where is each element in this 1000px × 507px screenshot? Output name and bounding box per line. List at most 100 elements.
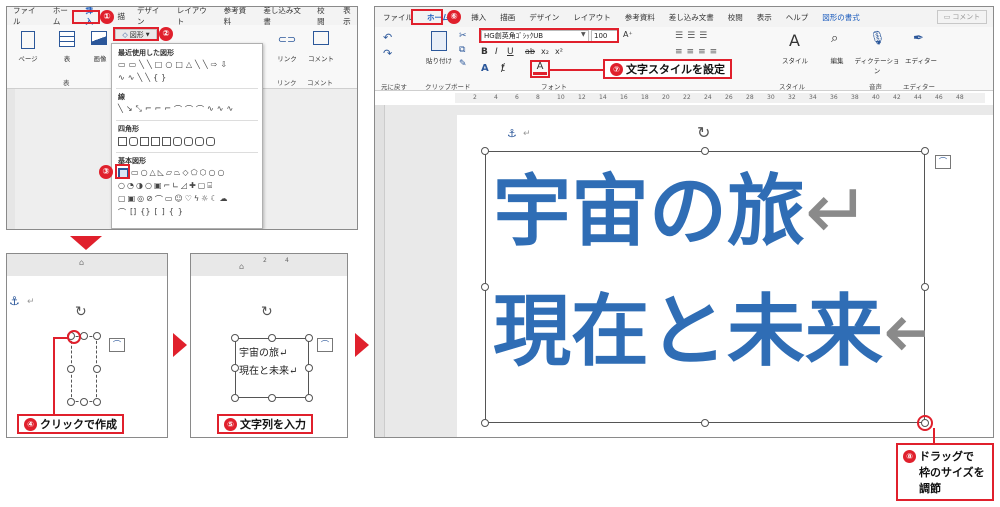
shapes-row-basic-1[interactable]: ▭ ○ △ ◺ ▱ ⏢ ◇ ⬠ ⬡ ○ ○	[118, 168, 224, 179]
triangle-shape-icon[interactable]: △	[150, 168, 156, 179]
resize-handle[interactable]	[481, 419, 489, 427]
tab-view[interactable]: 表示	[757, 12, 772, 23]
heptagon-shape-icon[interactable]: ○	[209, 168, 216, 179]
rotate-handle-icon[interactable]: ↻	[75, 304, 87, 320]
rounded-rect-shape-icon[interactable]	[129, 137, 138, 146]
cloud-shape-icon[interactable]: ☁	[220, 194, 228, 205]
diagonal-stripe-shape-icon[interactable]: ◿	[181, 181, 187, 191]
tab-help[interactable]: ヘルプ	[786, 12, 809, 23]
tab-review[interactable]: 校閲	[728, 12, 743, 23]
l-shape-icon[interactable]: ∟	[172, 181, 179, 191]
tab-draw[interactable]: 描	[117, 11, 125, 22]
snip-rect-shape-icon[interactable]	[151, 137, 160, 146]
arrow-down-shape-icon[interactable]: ⇩	[220, 60, 227, 69]
line-shape-icon[interactable]: ╲	[137, 73, 142, 82]
decagon-shape-icon[interactable]: ○	[118, 181, 125, 191]
subscript-button[interactable]: x₂	[541, 47, 549, 56]
editor-icon[interactable]: ✒	[913, 31, 924, 46]
plus-shape-icon[interactable]: ✚	[189, 181, 196, 191]
underline-button[interactable]: U	[507, 47, 514, 57]
arrow-line-shape-icon[interactable]: ↘	[126, 104, 133, 115]
round-rect-shape-icon[interactable]	[184, 137, 193, 146]
tab-file[interactable]: ファイル	[13, 7, 41, 27]
resize-handle[interactable]	[67, 365, 75, 373]
tab-review[interactable]: 校閲	[317, 7, 331, 27]
curve-double-arrow-shape-icon[interactable]: ⌒	[196, 104, 204, 115]
tab-design[interactable]: デザイン	[529, 12, 559, 23]
right-brace-shape-icon[interactable]: }	[178, 207, 183, 218]
triangle-shape-icon[interactable]: △	[186, 60, 192, 69]
shapes-row-basic-2[interactable]: ○ ◔ ◑ ○ ▣ ⌐ ∟ ◿ ✚ ▢ ⌸	[118, 181, 212, 191]
curve-shape-icon[interactable]: ∿	[207, 104, 214, 115]
elbow-double-arrow-shape-icon[interactable]: ⌐	[164, 104, 171, 115]
comment-icon[interactable]	[313, 31, 329, 45]
lightning-shape-icon[interactable]: ϟ	[194, 194, 199, 205]
strikethrough-button[interactable]: ab	[525, 47, 535, 56]
left-brace-shape-icon[interactable]: {	[169, 207, 174, 218]
plaque-shape-icon[interactable]: ▢	[198, 181, 206, 191]
trapezoid-shape-icon[interactable]: ⏢	[174, 168, 180, 179]
paragraph-align-icons[interactable]: ≡≡≡≡	[675, 47, 721, 57]
curve-shape-icon[interactable]: ∿	[118, 73, 125, 82]
teardrop-shape-icon[interactable]: ○	[145, 181, 152, 191]
layout-options-icon[interactable]: ⌒	[109, 338, 125, 352]
rect-shape-icon[interactable]	[118, 137, 127, 146]
format-painter-icon[interactable]: ✎	[459, 59, 467, 69]
shapes-row-recent-2[interactable]: ∿ ∿ ╲ ╲ {}	[118, 73, 166, 82]
frame-shape-icon[interactable]: ▣	[154, 181, 162, 191]
shapes-row-recent-1[interactable]: ▭ ▭ ╲ ╲ □ ○ □ △ ╲ ╲ ⇨ ⇩	[118, 60, 227, 69]
grow-font-icon[interactable]: A⁺	[623, 30, 633, 39]
resize-handle[interactable]	[481, 147, 489, 155]
hexagon-shape-icon[interactable]: ⬡	[200, 168, 207, 179]
textbox-v-shape-icon[interactable]: ▭	[129, 60, 137, 69]
freeform-shape-icon[interactable]: ∿	[217, 104, 224, 115]
resize-handle[interactable]	[93, 332, 101, 340]
superscript-button[interactable]: x²	[555, 47, 563, 56]
table-icon[interactable]	[59, 31, 75, 47]
rotate-handle-icon[interactable]: ↻	[697, 123, 710, 142]
highlight-icon[interactable]: ⱦ	[501, 63, 505, 74]
shapes-row-basic-3[interactable]: ▢ ▣ ◎ ⊘ ⌒ ▭ ☺ ♡ ϟ ☼ ☾ ☁	[118, 194, 228, 205]
page-icon[interactable]	[21, 31, 35, 49]
rotate-handle-icon[interactable]: ↻	[261, 304, 273, 320]
resize-handle[interactable]	[701, 419, 709, 427]
snip-rect-shape-icon[interactable]	[162, 137, 171, 146]
tab-layout[interactable]: レイアウト	[573, 12, 611, 23]
resize-handle[interactable]	[80, 332, 88, 340]
tab-references[interactable]: 参考資料	[224, 7, 252, 27]
tab-home[interactable]: ホーム	[53, 7, 74, 27]
octagon-shape-icon[interactable]: ○	[218, 168, 225, 179]
resize-handle[interactable]	[305, 394, 313, 402]
diamond-shape-icon[interactable]: ◇	[182, 168, 188, 179]
round-rect-shape-icon[interactable]	[195, 137, 204, 146]
oval-shape-icon[interactable]: ○	[141, 168, 148, 179]
tab-file[interactable]: ファイル	[383, 12, 413, 23]
line-shape-icon[interactable]: ╲	[203, 60, 208, 69]
tab-view[interactable]: 表示	[343, 7, 357, 27]
shapes-row-lines[interactable]: ╲ ↘ ⤡ ⌐ ⌐ ⌐ ⌒ ⌒ ⌒ ∿ ∿ ∿	[118, 104, 233, 115]
tab-references[interactable]: 参考資料	[625, 12, 655, 23]
redo-icon[interactable]: ↷	[383, 47, 392, 60]
textbox-v-shape-icon[interactable]: ▭	[131, 168, 139, 179]
resize-handle[interactable]	[231, 394, 239, 402]
text-effects-icon[interactable]: A	[481, 63, 489, 74]
rect-shape-icon[interactable]: □	[155, 60, 163, 69]
bracket-pair-shape-icon[interactable]: []	[130, 207, 136, 218]
can-shape-icon[interactable]: ⌸	[207, 181, 212, 191]
search-icon[interactable]: ⌕	[831, 31, 838, 46]
chord-shape-icon[interactable]: ◑	[136, 181, 143, 191]
cut-icon[interactable]: ✂	[459, 31, 467, 41]
scribble-shape-icon[interactable]: ∿	[226, 104, 233, 115]
brace-shape-icon[interactable]: {	[153, 73, 158, 82]
block-arc-shape-icon[interactable]: ⌒	[155, 194, 163, 205]
brace-pair-shape-icon[interactable]: {}	[140, 207, 150, 218]
line-shape-icon[interactable]: ╲	[118, 104, 123, 115]
pie-shape-icon[interactable]: ◔	[127, 181, 134, 191]
no-symbol-shape-icon[interactable]: ⊘	[146, 194, 153, 205]
pentagon-shape-icon[interactable]: ⬠	[191, 168, 198, 179]
arrow-right-shape-icon[interactable]: ⇨	[211, 60, 218, 69]
resize-handle[interactable]	[231, 364, 239, 372]
snip-rect-shape-icon[interactable]	[140, 137, 149, 146]
resize-handle[interactable]	[305, 364, 313, 372]
resize-handle[interactable]	[93, 398, 101, 406]
